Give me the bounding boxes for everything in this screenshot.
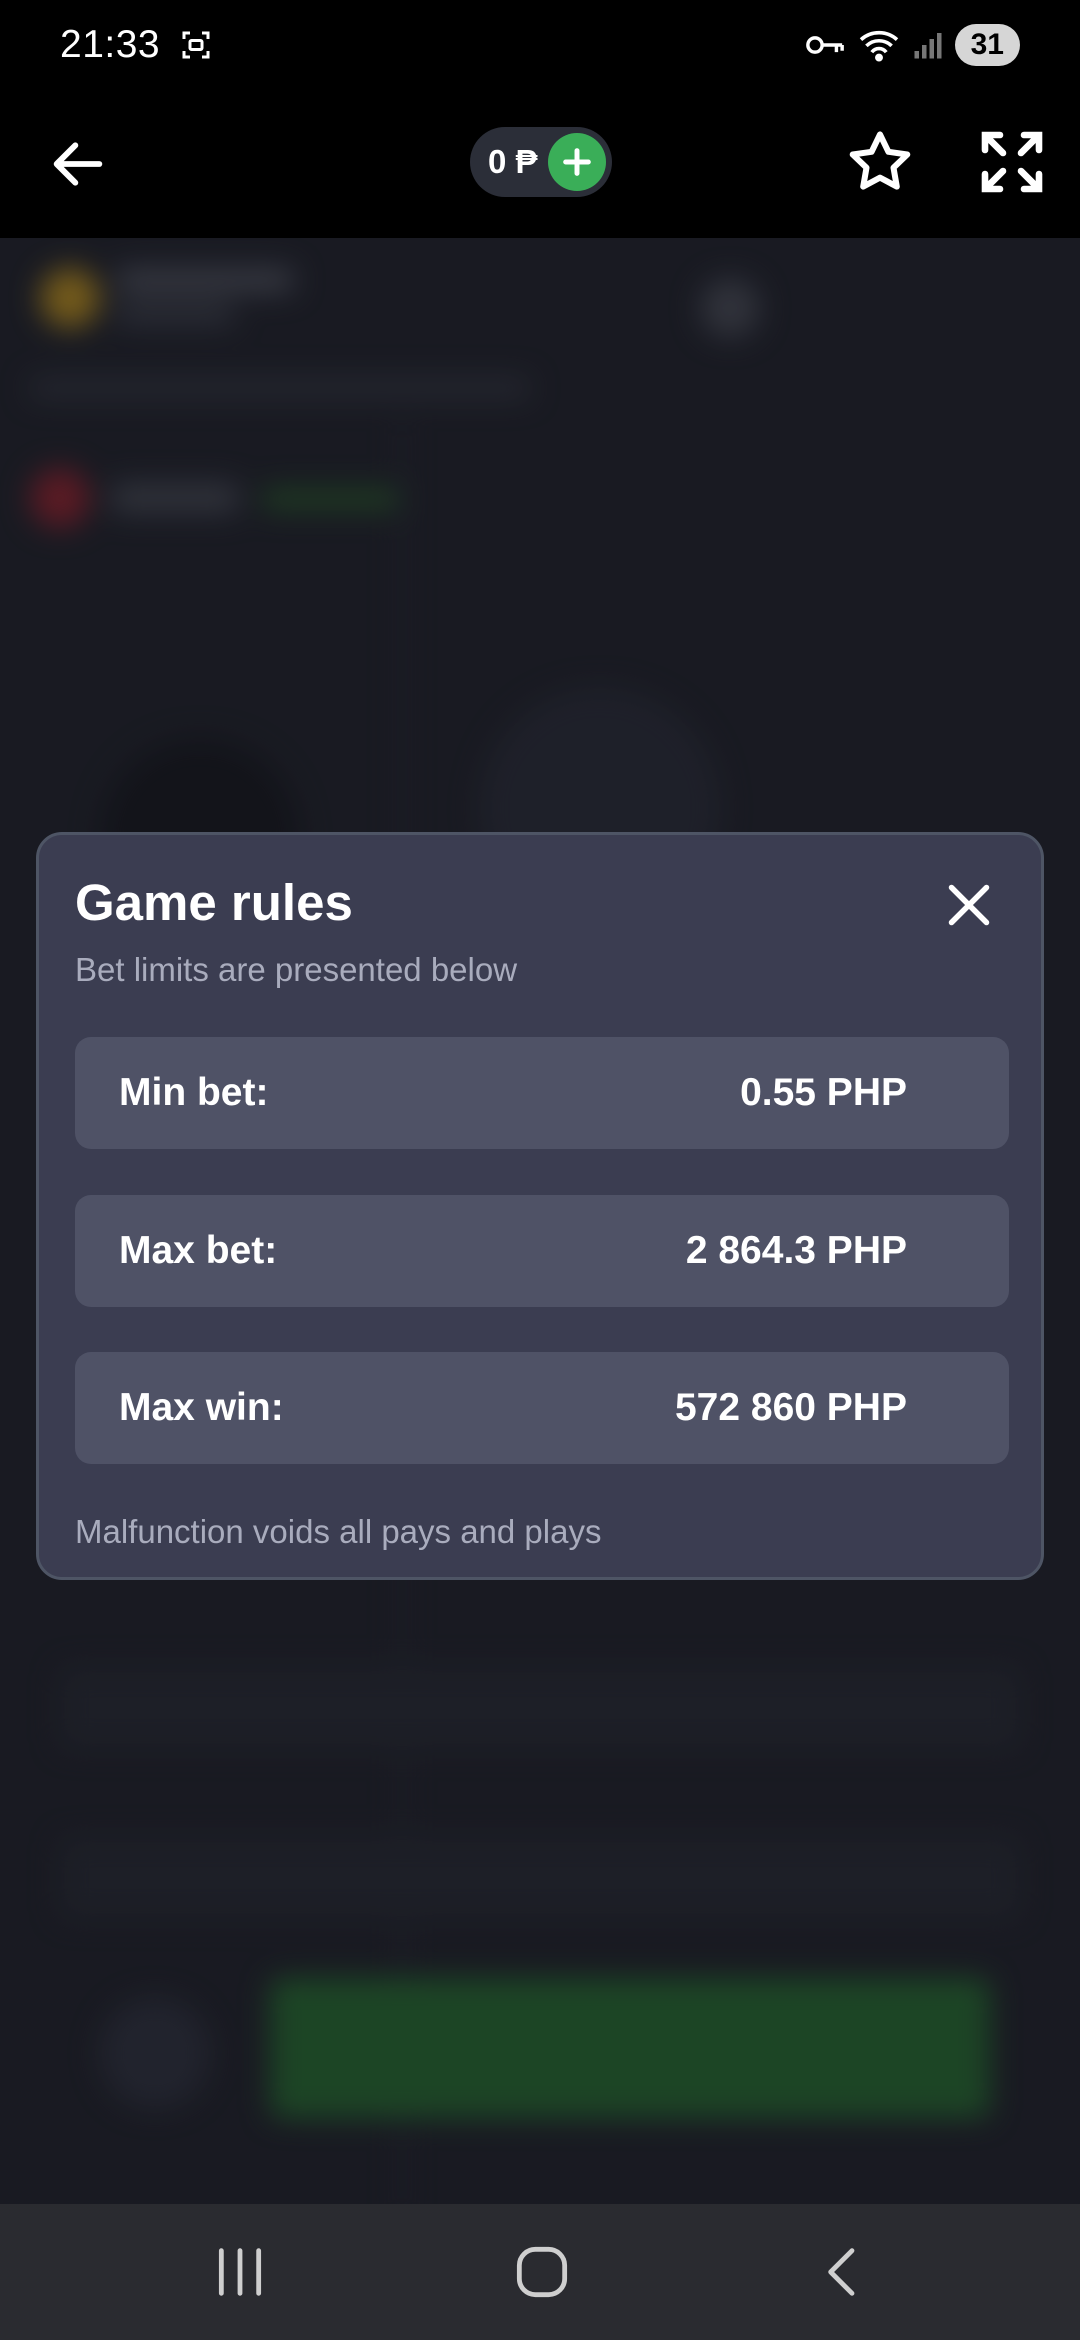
min-bet-row: Min bet: 0.55 PHP bbox=[75, 1037, 1009, 1149]
battery-indicator: 31 bbox=[954, 24, 1020, 66]
close-icon[interactable] bbox=[939, 875, 999, 935]
vpn-key-icon bbox=[805, 36, 844, 54]
limit-label: Min bet: bbox=[119, 1071, 269, 1114]
wifi-icon bbox=[859, 30, 898, 62]
limit-value: 0.55 PHP bbox=[740, 1071, 907, 1114]
game-rules-modal: Game rules Bet limits are presented belo… bbox=[36, 832, 1044, 1580]
limit-value: 2 864.3 PHP bbox=[685, 1229, 907, 1272]
balance-amount: 0 ₱ bbox=[488, 143, 538, 180]
modal-subtitle: Bet limits are presented below bbox=[75, 951, 518, 988]
status-left: 21:33 bbox=[60, 23, 214, 67]
limit-value: 572 860 PHP bbox=[674, 1386, 907, 1429]
recents-icon[interactable] bbox=[208, 2240, 272, 2304]
star-icon[interactable] bbox=[844, 126, 916, 198]
status-bar: 21:33 31 bbox=[0, 0, 1080, 90]
app-bar: 0 ₱ bbox=[0, 90, 1080, 238]
modal-title: Game rules bbox=[75, 874, 353, 931]
max-bet-row: Max bet: 2 864.3 PHP bbox=[75, 1195, 1009, 1307]
limit-label: Max win: bbox=[119, 1386, 284, 1429]
modal-footer-note: Malfunction voids all pays and plays bbox=[75, 1513, 602, 1550]
max-win-row: Max win: 572 860 PHP bbox=[75, 1352, 1009, 1464]
limit-label: Max bet: bbox=[119, 1229, 278, 1272]
screenshot-icon bbox=[182, 31, 210, 59]
back-icon[interactable] bbox=[812, 2240, 876, 2304]
back-arrow-icon[interactable] bbox=[46, 132, 110, 196]
plus-icon bbox=[563, 148, 591, 176]
add-funds-button[interactable] bbox=[548, 133, 606, 191]
balance-pill[interactable]: 0 ₱ bbox=[470, 127, 612, 197]
system-nav-bar bbox=[0, 2204, 1080, 2340]
fullscreen-icon[interactable] bbox=[976, 126, 1048, 198]
status-time: 21:33 bbox=[60, 23, 161, 66]
status-right: 31 bbox=[805, 24, 1020, 66]
home-icon[interactable] bbox=[510, 2240, 574, 2304]
signal-icon bbox=[914, 33, 942, 59]
